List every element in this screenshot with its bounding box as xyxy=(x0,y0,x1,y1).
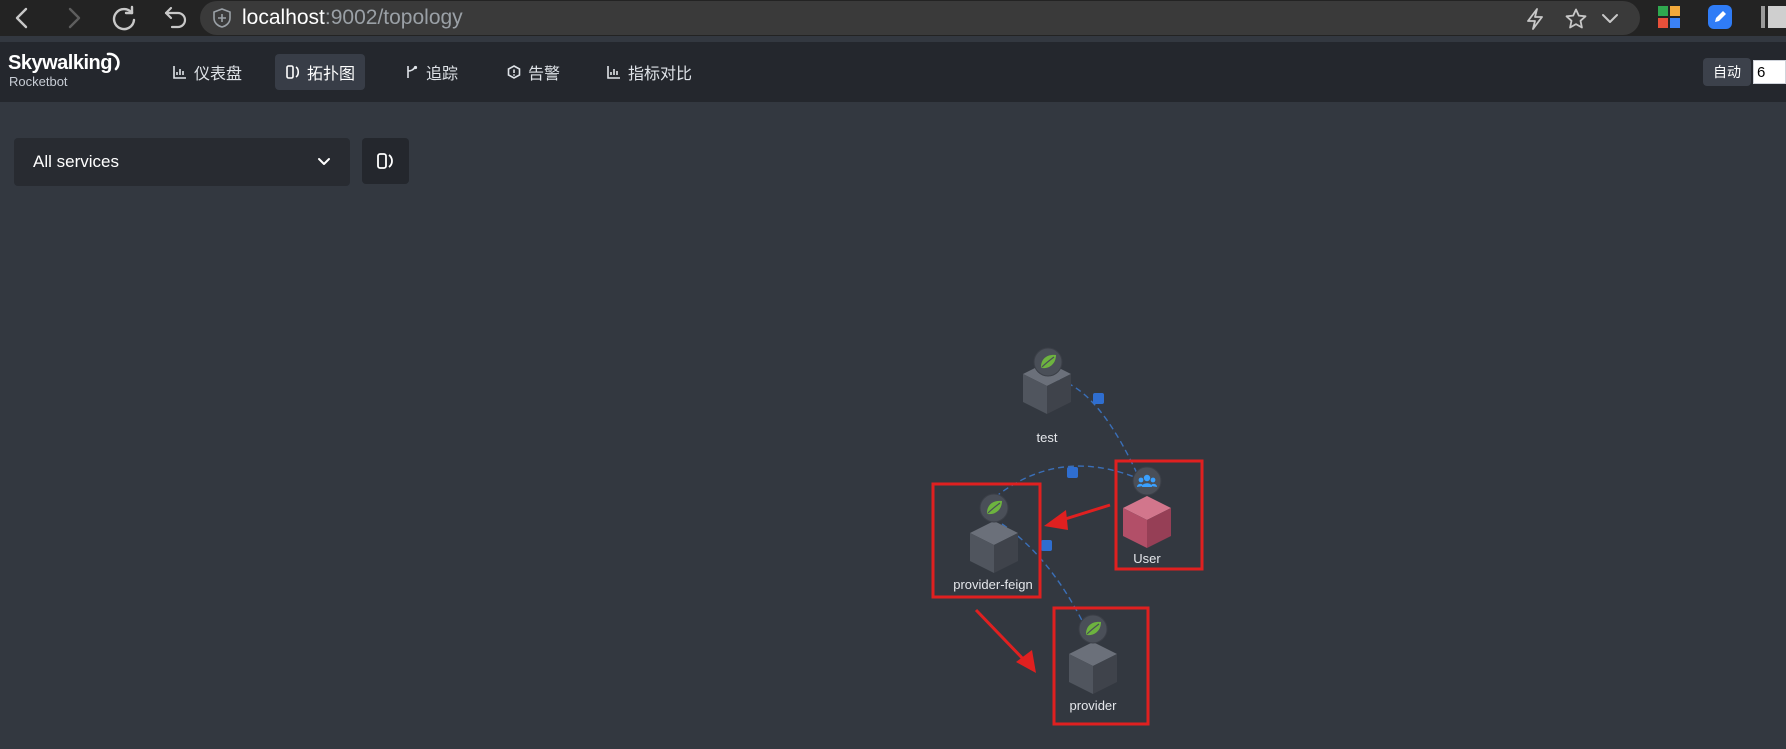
user-cube-icon xyxy=(1123,496,1171,548)
lightning-icon[interactable] xyxy=(1523,7,1547,31)
url-host: localhost xyxy=(242,6,325,29)
extension-reader-icon[interactable] xyxy=(1760,4,1786,30)
annotation-arrow-feign-to-provider xyxy=(974,608,1036,673)
auto-refresh-button[interactable]: 自动 xyxy=(1703,58,1751,86)
logo-title: Skywalking xyxy=(8,52,112,74)
chevron-down-icon[interactable] xyxy=(1598,7,1622,31)
address-bar[interactable]: localhost:9002/topology xyxy=(200,1,1640,35)
annotation-arrow-user-to-feign xyxy=(1044,503,1111,530)
back-icon[interactable] xyxy=(6,0,38,36)
nav-dashboard[interactable]: 仪表盘 xyxy=(162,54,252,90)
node-label-provider-feign: provider-feign xyxy=(953,577,1033,592)
node-label-provider: provider xyxy=(1070,698,1118,713)
node-label-user: User xyxy=(1133,551,1161,566)
forward-icon[interactable] xyxy=(58,0,90,36)
topology-icon xyxy=(285,64,301,80)
node-test[interactable]: test xyxy=(1023,347,1071,445)
star-icon[interactable] xyxy=(1564,7,1588,31)
nav-topology-label: 拓扑图 xyxy=(307,66,356,83)
chart-icon xyxy=(172,64,188,80)
nav-topology[interactable]: 拓扑图 xyxy=(275,54,366,90)
chart-icon xyxy=(606,64,622,80)
nav-trace[interactable]: 追踪 xyxy=(394,54,468,90)
spring-boot-icon xyxy=(1033,347,1063,377)
nav-alarm-label: 告警 xyxy=(528,66,561,83)
edge-marker[interactable] xyxy=(1067,467,1078,478)
url-text[interactable]: localhost:9002/topology xyxy=(242,7,463,29)
logo-subtitle: Rocketbot xyxy=(9,74,68,89)
app-header: Skywalking Rocketbot 仪表盘 拓扑图 追踪 告警 指标对比 xyxy=(0,42,1786,102)
service-cube-icon xyxy=(970,521,1018,573)
user-group-icon xyxy=(1132,466,1162,496)
node-label-test: test xyxy=(1037,430,1058,445)
node-provider[interactable]: provider xyxy=(1069,614,1118,713)
edge-marker[interactable] xyxy=(1041,540,1052,551)
nav-dashboard-label: 仪表盘 xyxy=(194,66,243,83)
nav-alarm[interactable]: 告警 xyxy=(496,54,570,90)
spring-boot-icon xyxy=(1078,614,1108,644)
url-path: :9002/topology xyxy=(324,6,463,29)
skywalking-logo[interactable]: Skywalking Rocketbot xyxy=(8,52,128,96)
alarm-icon xyxy=(506,64,522,80)
nav-metrics-compare[interactable]: 指标对比 xyxy=(596,54,702,90)
spring-boot-icon xyxy=(979,493,1009,523)
shield-icon xyxy=(213,8,231,28)
undo-icon[interactable] xyxy=(160,0,192,36)
browser-toolbar: localhost:9002/topology xyxy=(0,0,1786,36)
nav-metrics-compare-label: 指标对比 xyxy=(628,66,693,83)
refresh-interval-input[interactable] xyxy=(1753,60,1786,84)
node-provider-feign[interactable]: provider-feign xyxy=(953,493,1033,592)
extension-edit-icon[interactable] xyxy=(1707,4,1733,30)
logo-swoosh-icon xyxy=(106,52,120,71)
nav-trace-label: 追踪 xyxy=(426,66,459,83)
topology-canvas[interactable]: test User provider-feign provider xyxy=(0,102,1786,749)
edge-marker[interactable] xyxy=(1093,393,1104,404)
reload-icon[interactable] xyxy=(108,0,140,36)
node-user[interactable]: User xyxy=(1123,466,1171,566)
extension-grid-icon[interactable] xyxy=(1656,4,1682,30)
trace-icon xyxy=(404,64,420,80)
service-cube-icon xyxy=(1069,642,1117,694)
